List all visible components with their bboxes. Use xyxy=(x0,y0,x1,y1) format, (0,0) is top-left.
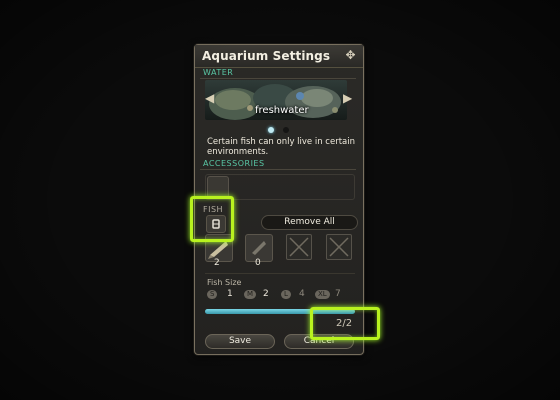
size-tag-l: L xyxy=(281,290,291,299)
size-value-xl: 7 xyxy=(335,289,341,299)
water-description: Certain fish can only live in certain en… xyxy=(207,137,355,157)
save-button[interactable]: Save xyxy=(205,334,275,349)
close-icon[interactable]: ✥ xyxy=(344,49,357,62)
water-environment-label: freshwater xyxy=(255,105,309,116)
fish-slot-count: 2 xyxy=(214,258,220,268)
divider xyxy=(205,273,355,274)
accessory-slot[interactable] xyxy=(207,176,229,198)
size-value-l: 4 xyxy=(299,289,305,299)
highlight-fish-icon xyxy=(190,196,234,242)
remove-all-button[interactable]: Remove All xyxy=(261,215,358,230)
highlight-capacity-count xyxy=(310,307,380,340)
title-bar[interactable]: Aquarium Settings ✥ xyxy=(195,45,363,68)
size-value-m: 2 xyxy=(263,289,269,299)
prev-water-arrow-icon[interactable]: ◀ xyxy=(205,91,214,105)
accessories-section-label: ACCESSORIES xyxy=(203,159,265,168)
fish-size-label: Fish Size xyxy=(207,278,242,287)
divider xyxy=(200,78,356,79)
next-water-arrow-icon[interactable]: ▶ xyxy=(343,91,352,105)
fish-slot-count: 0 xyxy=(255,258,261,268)
size-tag-xl: XL xyxy=(315,290,330,299)
pager-dot-active[interactable] xyxy=(268,127,274,133)
window-title: Aquarium Settings xyxy=(202,49,331,63)
empty-fish-slot[interactable] xyxy=(326,234,352,260)
divider xyxy=(200,169,356,170)
water-section-label: WATER xyxy=(203,68,234,77)
size-value-s: 1 xyxy=(227,289,233,299)
size-tag-m: M xyxy=(244,290,257,299)
pager-dot[interactable] xyxy=(283,127,289,133)
empty-fish-slot[interactable] xyxy=(286,234,312,260)
